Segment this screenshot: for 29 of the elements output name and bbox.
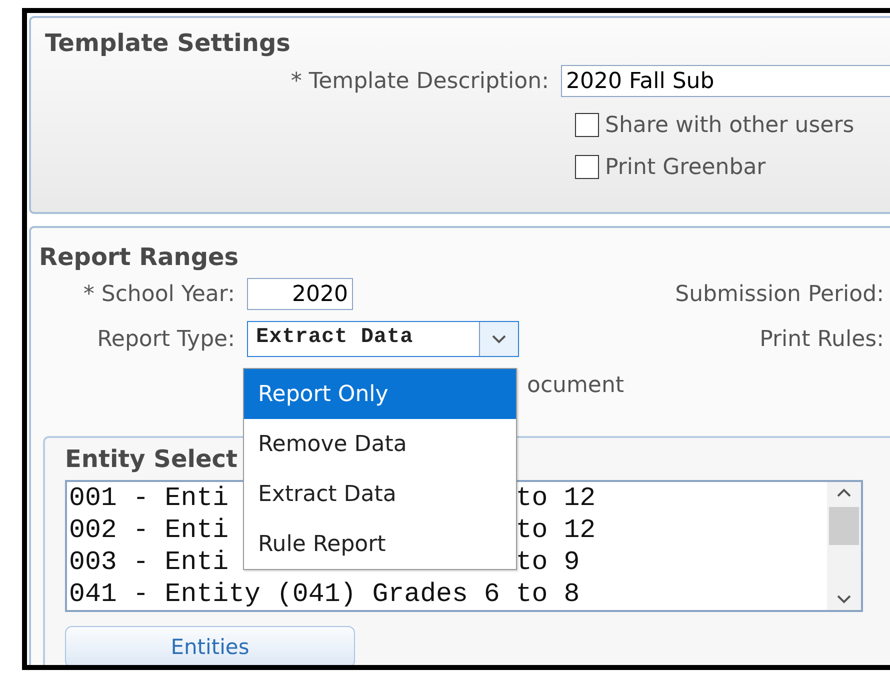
field-label: ocument: [527, 372, 626, 398]
field-label: * Template Description:: [290, 68, 549, 94]
field-label: Report Type:: [97, 326, 235, 352]
list-item[interactable]: to 9: [516, 546, 827, 578]
field-label: Print Rules:: [760, 326, 884, 352]
list-item[interactable]: 041 - Entity (041) Grades 6 to 8: [69, 578, 827, 610]
entities-button[interactable]: Entities: [65, 626, 355, 665]
menu-item[interactable]: Rule Report: [244, 519, 516, 569]
input-field[interactable]: 2020 Fall Sub: [561, 65, 890, 97]
checkbox[interactable]: [575, 113, 599, 137]
section-title: Entity Select: [65, 444, 238, 474]
field-label: Submission Period:: [675, 282, 884, 306]
dropdown[interactable]: Extract Data: [247, 321, 519, 357]
panel-title: Template Settings: [45, 28, 292, 58]
field-label: * School Year:: [83, 282, 235, 306]
panel-title: Report Ranges: [39, 242, 240, 272]
input-field[interactable]: 2020: [247, 278, 353, 310]
menu-item[interactable]: Report Only: [244, 369, 516, 419]
menu-item[interactable]: Extract Data: [244, 469, 516, 519]
list-item[interactable]: to 12: [516, 482, 827, 514]
menu-item[interactable]: Remove Data: [244, 419, 516, 469]
checkbox-label: Share with other users: [605, 112, 854, 138]
chevron-down-icon[interactable]: [836, 594, 852, 604]
checkbox-label: Print Greenbar: [605, 154, 766, 180]
checkbox[interactable]: [575, 155, 599, 179]
scrollbar[interactable]: [827, 482, 861, 610]
chevron-up-icon[interactable]: [836, 488, 852, 498]
list-item[interactable]: to 12: [516, 514, 827, 546]
chevron-down-icon[interactable]: [491, 334, 507, 344]
